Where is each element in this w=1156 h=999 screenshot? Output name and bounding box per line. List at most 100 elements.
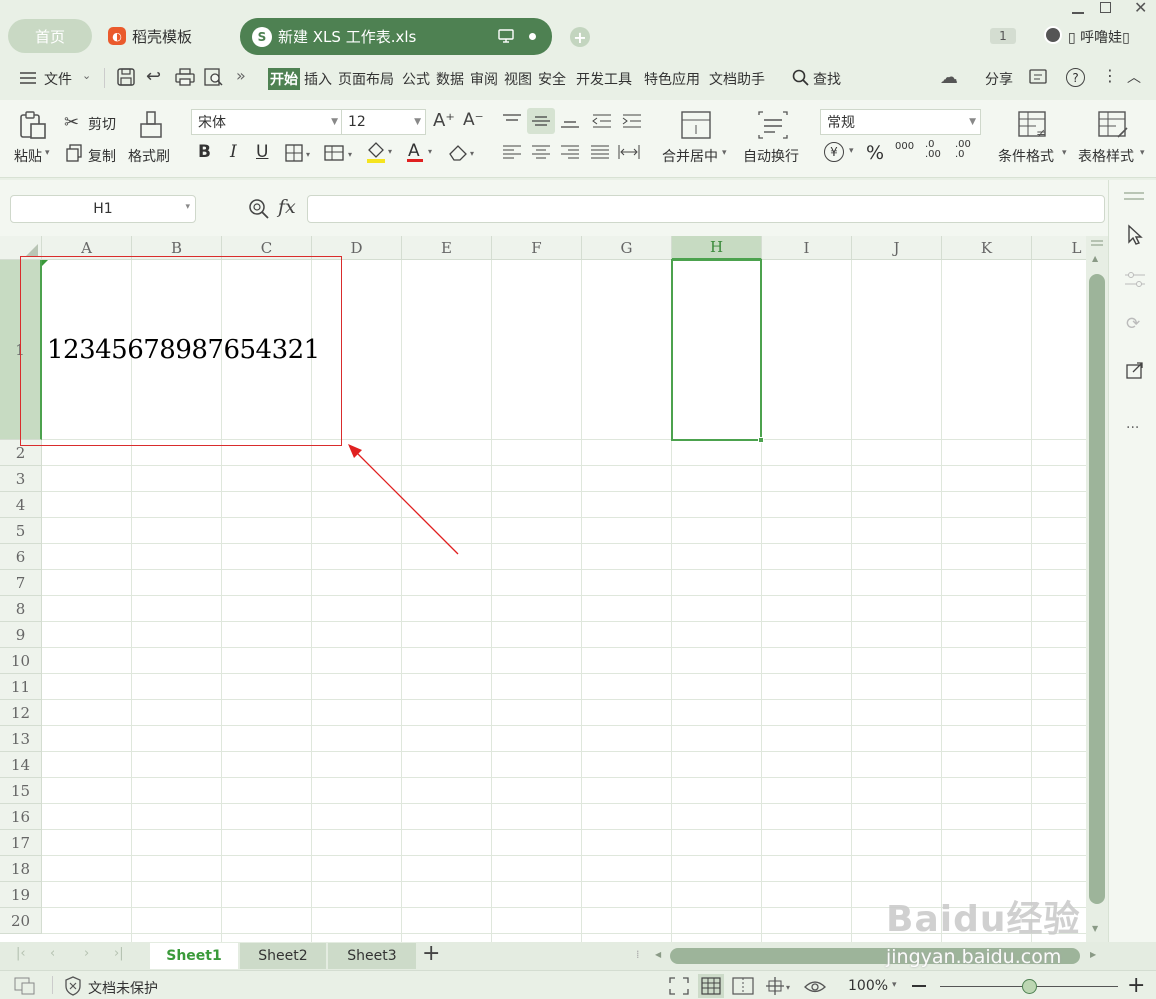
search-button[interactable]: 查找: [813, 69, 841, 89]
scroll-thumb[interactable]: [1089, 274, 1105, 904]
borders-icon[interactable]: ▾: [285, 144, 313, 162]
wrap-text-icon[interactable]: [757, 111, 789, 139]
notification-badge[interactable]: 1: [990, 28, 1016, 44]
reading-mode-icon[interactable]: ▾: [764, 976, 794, 996]
italic-button[interactable]: I: [230, 142, 237, 162]
column-header-k[interactable]: K: [942, 236, 1032, 260]
hscroll-left-icon[interactable]: ◀: [655, 950, 661, 959]
chevron-down-icon[interactable]: ▾: [849, 146, 854, 156]
table-style-button[interactable]: 表格样式: [1078, 146, 1134, 166]
increase-font-icon[interactable]: A⁺: [433, 110, 455, 131]
tab-splitter[interactable]: ⁞: [636, 948, 640, 961]
distribute-icon[interactable]: [618, 144, 640, 160]
decrease-indent-icon[interactable]: [592, 113, 612, 129]
macro-icon[interactable]: [14, 977, 36, 995]
font-size-select[interactable]: 12 ▼: [341, 109, 426, 135]
merge-center-button[interactable]: 合并居中: [662, 146, 718, 166]
column-header-h[interactable]: H: [672, 236, 762, 260]
tab-view[interactable]: 视图: [504, 68, 532, 90]
cloud-icon[interactable]: ☁: [940, 67, 958, 88]
paste-button[interactable]: 粘贴: [14, 146, 42, 166]
prev-sheet-icon[interactable]: ‹: [50, 946, 55, 961]
fill-color-icon[interactable]: ▾: [365, 140, 397, 164]
last-sheet-icon[interactable]: ›|: [114, 946, 124, 961]
tab-home[interactable]: 首页: [8, 19, 92, 53]
decrease-decimal-button[interactable]: .00 .0: [955, 140, 971, 160]
align-middle-icon[interactable]: [527, 108, 555, 134]
increase-indent-icon[interactable]: [622, 113, 642, 129]
row-header-5[interactable]: 5: [0, 518, 42, 544]
column-header-j[interactable]: J: [852, 236, 942, 260]
zoom-level[interactable]: 100%: [848, 978, 888, 994]
row-header-9[interactable]: 9: [0, 622, 42, 648]
align-center-icon[interactable]: [531, 144, 551, 160]
copy-button[interactable]: 复制: [88, 146, 116, 166]
scissors-icon[interactable]: ✂: [64, 112, 79, 133]
more-tools-icon[interactable]: »: [236, 66, 246, 85]
format-painter-icon[interactable]: [138, 110, 164, 140]
print-icon[interactable]: [175, 68, 195, 86]
row-header-3[interactable]: 3: [0, 466, 42, 492]
copy-icon[interactable]: [66, 144, 82, 162]
bold-button[interactable]: B: [198, 142, 211, 162]
increase-decimal-button[interactable]: .0 .00: [925, 140, 941, 160]
wrap-text-button[interactable]: 自动换行: [743, 146, 799, 166]
more-options-icon[interactable]: ⋮: [1102, 66, 1118, 85]
row-header-12[interactable]: 12: [0, 700, 42, 726]
chevron-down-icon[interactable]: ⌄: [82, 69, 91, 82]
tab-home-ribbon[interactable]: 开始: [268, 68, 300, 90]
zoom-slider-thumb[interactable]: [1022, 979, 1037, 994]
row-header-10[interactable]: 10: [0, 648, 42, 674]
row-header-17[interactable]: 17: [0, 830, 42, 856]
align-left-icon[interactable]: [502, 144, 522, 160]
hamburger-icon[interactable]: [20, 71, 36, 85]
name-box[interactable]: H1 ▾: [10, 195, 196, 223]
fx-button[interactable]: fx: [278, 196, 296, 218]
search-icon[interactable]: [792, 69, 810, 87]
undo-icon[interactable]: ↩: [146, 66, 161, 87]
fullscreen-icon[interactable]: [669, 977, 689, 995]
column-header-i[interactable]: I: [762, 236, 852, 260]
filter-settings-icon[interactable]: [1124, 270, 1146, 290]
share-button[interactable]: 分享: [985, 69, 1013, 89]
rotate-icon[interactable]: ⟳: [1126, 314, 1140, 334]
row-header-8[interactable]: 8: [0, 596, 42, 622]
align-bottom-icon[interactable]: [560, 113, 580, 129]
vertical-scrollbar[interactable]: ▲ ▼: [1086, 236, 1108, 942]
scroll-down-icon[interactable]: ▼: [1092, 924, 1098, 933]
chevron-down-icon[interactable]: ▾: [892, 980, 897, 990]
sheet-tab-sheet2[interactable]: Sheet2: [240, 943, 326, 969]
row-header-13[interactable]: 13: [0, 726, 42, 752]
sheet-tab-sheet1[interactable]: Sheet1: [150, 943, 238, 969]
tab-developer[interactable]: 开发工具: [576, 68, 632, 90]
username[interactable]: ▯ 呼噜娃▯: [1068, 27, 1130, 47]
tab-special[interactable]: 特色应用: [644, 68, 700, 90]
add-sheet-button[interactable]: +: [422, 941, 440, 966]
tab-page-layout[interactable]: 页面布局: [338, 68, 394, 90]
eraser-icon[interactable]: ▾: [447, 142, 479, 162]
row-header-11[interactable]: 11: [0, 674, 42, 700]
row-header-16[interactable]: 16: [0, 804, 42, 830]
tab-security[interactable]: 安全: [538, 68, 566, 90]
tab-data[interactable]: 数据: [436, 68, 464, 90]
share-out-icon[interactable]: [1125, 360, 1145, 380]
tab-assistant[interactable]: 文档助手: [709, 68, 765, 90]
new-tab-button[interactable]: +: [570, 27, 590, 47]
currency-icon[interactable]: ¥: [824, 142, 844, 162]
row-header-4[interactable]: 4: [0, 492, 42, 518]
zoom-lookup-icon[interactable]: [248, 198, 270, 220]
collapse-ribbon-icon[interactable]: ︿: [1127, 67, 1141, 87]
row-header-6[interactable]: 6: [0, 544, 42, 570]
column-header-g[interactable]: G: [582, 236, 672, 260]
row-header-15[interactable]: 15: [0, 778, 42, 804]
comment-icon[interactable]: [1028, 67, 1048, 87]
column-header-f[interactable]: F: [492, 236, 582, 260]
conditional-format-icon[interactable]: ≠: [1018, 111, 1050, 139]
chevron-down-icon[interactable]: ▾: [1140, 148, 1145, 158]
tab-document[interactable]: S 新建 XLS 工作表.xls: [240, 18, 552, 55]
percent-button[interactable]: %: [866, 142, 884, 164]
tab-template[interactable]: ◐ 稻壳模板: [108, 20, 192, 52]
conditional-format-button[interactable]: 条件格式: [998, 146, 1054, 166]
align-right-icon[interactable]: [560, 144, 580, 160]
hscroll-right-icon[interactable]: ▶: [1090, 950, 1096, 959]
